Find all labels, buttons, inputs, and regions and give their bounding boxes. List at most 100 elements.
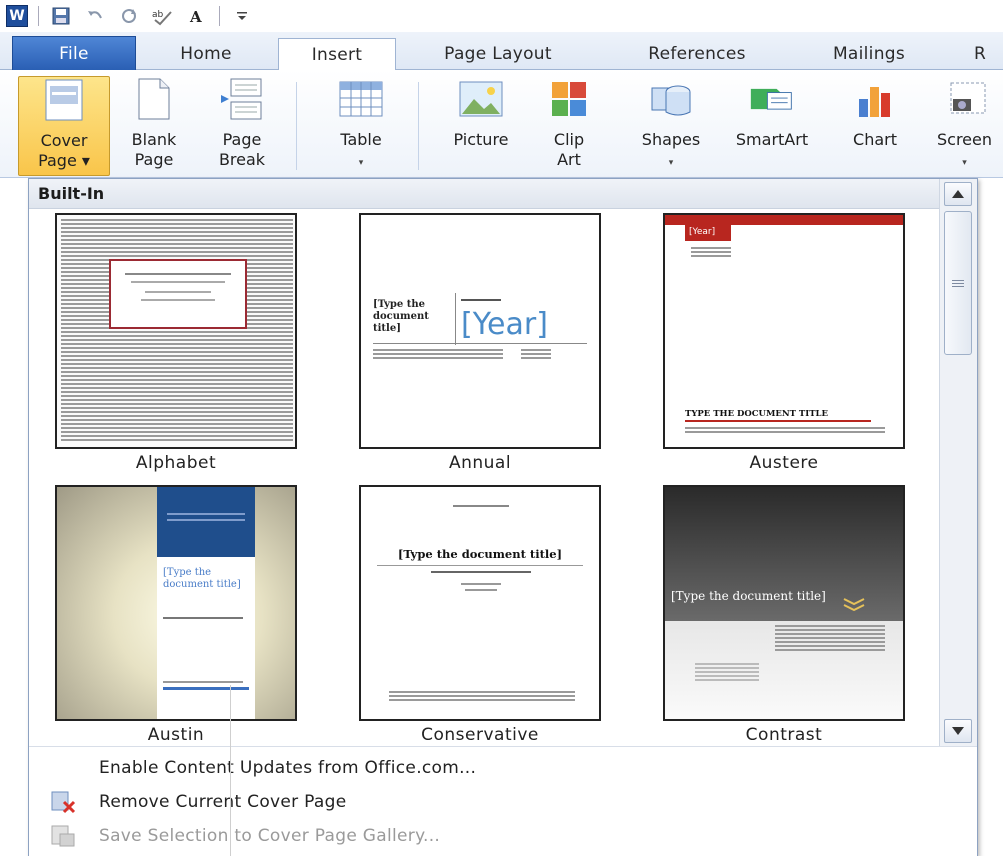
cover-tile-alphabet[interactable]: Alphabet: [51, 213, 301, 483]
save-icon[interactable]: [49, 5, 73, 27]
gallery-scrollbar[interactable]: [939, 179, 977, 746]
cover-tile-contrast[interactable]: [Type the document title] Contrast: [659, 485, 909, 755]
cover-tile-austere[interactable]: [Year] TYPE THE DOCUMENT TITLE Austere: [659, 213, 909, 483]
thumbnail-austin: [Type the document title]: [55, 485, 297, 721]
shapes-button[interactable]: Shapes ▾: [624, 76, 718, 176]
conservative-abstract: [389, 691, 575, 703]
quick-access-toolbar: W ab A: [0, 0, 1003, 32]
customize-icon[interactable]: [230, 5, 254, 27]
table-button[interactable]: Table ▾: [318, 76, 404, 176]
cover-tile-annual[interactable]: [Type the document title] [Year] Annual: [355, 213, 605, 483]
thumbnail-austere: [Year] TYPE THE DOCUMENT TITLE: [663, 213, 905, 449]
remove-cover-page-icon: [29, 785, 99, 819]
tile-label: Alphabet: [135, 453, 217, 473]
tile-label: Annual: [448, 453, 512, 473]
blank-page-icon: [131, 76, 177, 122]
cover-page-icon: [41, 77, 87, 123]
tab-home[interactable]: Home: [156, 38, 256, 70]
blank-page-label: Blank Page: [131, 130, 177, 169]
letter-pattern: [61, 219, 293, 443]
picture-icon: [458, 76, 504, 122]
conservative-title: [Type the document title]: [397, 547, 563, 561]
gallery-header: Built-In: [29, 179, 939, 209]
tile-label: Austin: [147, 725, 205, 745]
contrast-abstract: [775, 625, 885, 653]
annual-year: [Year]: [461, 307, 548, 342]
thumbnail-conservative: [Type the document title]: [359, 485, 601, 721]
remove-cover-page-label: Remove Current Cover Page: [99, 792, 347, 812]
scroll-thumb[interactable]: [944, 211, 972, 355]
annual-rule: [373, 343, 587, 344]
chart-label: Chart: [853, 130, 897, 149]
austin-title: [Type the document title]: [163, 567, 241, 590]
austere-title: TYPE THE DOCUMENT TITLE: [685, 409, 871, 422]
thumbnail-annual: [Type the document title] [Year]: [359, 213, 601, 449]
tile-label: Austere: [749, 453, 819, 473]
redo-icon[interactable]: [117, 5, 141, 27]
picture-button[interactable]: Picture: [436, 76, 526, 176]
conservative-date-line: [465, 589, 497, 591]
tab-page-layout[interactable]: Page Layout: [418, 38, 578, 70]
cover-page-button[interactable]: Cover Page ▾: [18, 76, 110, 176]
cover-page-label: Cover Page ▾: [38, 131, 90, 170]
undo-icon[interactable]: [83, 5, 107, 27]
annual-author-text: [521, 349, 551, 361]
austere-side-text: [691, 247, 731, 259]
page-break-button[interactable]: Page Break: [200, 76, 284, 176]
group-separator: [418, 82, 419, 170]
remove-cover-page-item[interactable]: Remove Current Cover Page: [29, 785, 977, 819]
gallery-menu: Enable Content Updates from Office.com..…: [29, 746, 977, 856]
ribbon-insert: Cover Page ▾ Blank Page Page Break Table ▾ P…: [0, 70, 1003, 178]
blank-icon: [29, 751, 99, 785]
tab-mailings[interactable]: Mailings: [806, 38, 932, 70]
smartart-button[interactable]: SmartArt: [722, 76, 822, 176]
austere-body-text: [685, 427, 885, 435]
conservative-company-line: [453, 505, 509, 507]
cover-page-dropdown: Built-In Alphabet [Type the document tit…: [28, 178, 978, 856]
austin-header: [157, 487, 255, 557]
conservative-rule: [377, 565, 583, 566]
alphabet-title-box: [109, 259, 247, 329]
enable-content-updates-item[interactable]: Enable Content Updates from Office.com..…: [29, 751, 977, 785]
enable-content-updates-label: Enable Content Updates from Office.com..…: [99, 758, 477, 778]
austin-subtitle-line: [163, 617, 243, 619]
chevron-ornament-icon: [843, 598, 865, 611]
annual-divider: [455, 293, 456, 345]
word-app-icon[interactable]: W: [6, 5, 28, 27]
clip-art-button[interactable]: Clip Art: [538, 76, 600, 176]
contrast-author-block: [695, 663, 759, 683]
austin-accent: [163, 687, 249, 690]
cover-tile-austin[interactable]: [Type the document title] Austin: [51, 485, 301, 755]
tab-file[interactable]: File: [12, 36, 136, 70]
qat-separator: [38, 6, 39, 26]
tile-label: Contrast: [745, 725, 823, 745]
save-selection-label: Save Selection to Cover Page Gallery...: [99, 826, 441, 846]
page-break-label: Page Break: [218, 130, 266, 169]
scroll-up-button[interactable]: [944, 182, 972, 206]
svg-text:ab: ab: [152, 10, 164, 20]
screenshot-button[interactable]: Screen ▾: [926, 76, 1003, 176]
blank-page-button[interactable]: Blank Page: [114, 76, 194, 176]
chart-button[interactable]: Chart: [836, 76, 914, 176]
thumbnail-alphabet: [55, 213, 297, 449]
screenshot-icon: [942, 76, 988, 122]
tab-insert[interactable]: Insert: [278, 38, 396, 71]
annual-date-line: [461, 299, 501, 301]
contrast-title: [Type the document title]: [671, 589, 826, 603]
spelling-icon[interactable]: ab: [151, 5, 175, 27]
cover-tile-conservative[interactable]: [Type the document title] Conservative: [355, 485, 605, 755]
group-separator: [296, 82, 297, 170]
conservative-author-line: [461, 583, 501, 585]
annual-title: [Type the document title]: [373, 299, 429, 334]
smartart-icon: [749, 76, 795, 122]
smartart-label: SmartArt: [735, 130, 809, 149]
save-to-gallery-icon: [29, 819, 99, 853]
scroll-down-button[interactable]: [944, 719, 972, 743]
tab-references[interactable]: References: [624, 38, 770, 70]
svg-text:A: A: [189, 8, 202, 26]
font-icon[interactable]: A: [185, 5, 209, 27]
save-selection-item[interactable]: Save Selection to Cover Page Gallery...: [29, 819, 977, 853]
conservative-subtitle-line: [431, 571, 531, 573]
clip-art-icon: [546, 76, 592, 122]
tab-review[interactable]: R: [974, 38, 1003, 70]
